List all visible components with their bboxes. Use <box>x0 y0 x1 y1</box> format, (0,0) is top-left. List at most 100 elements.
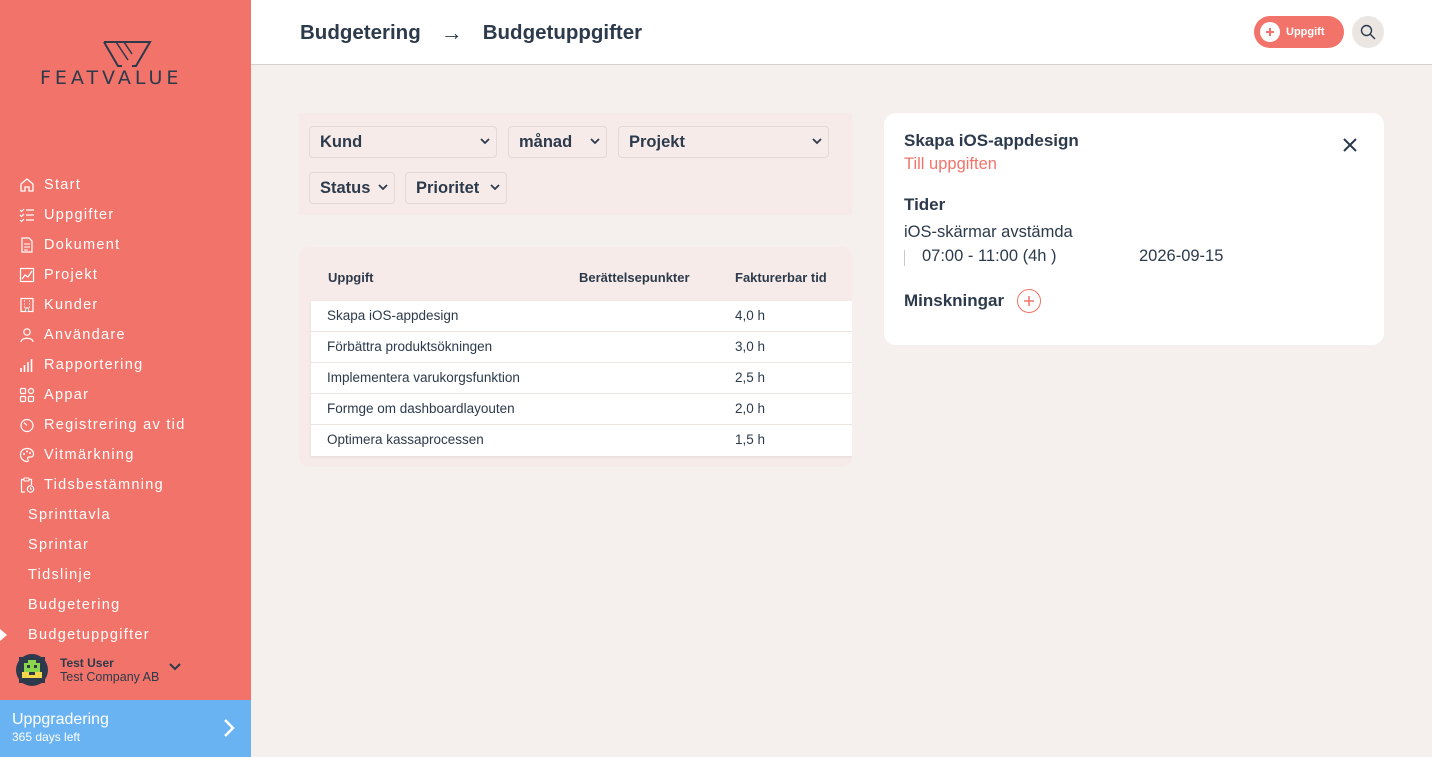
filter-bar: Kund månad Projekt Status Prioritet <box>299 113 852 215</box>
user-company: Test Company AB <box>60 670 160 684</box>
sidebar-subitem-label: Budgetuppgifter <box>28 627 150 643</box>
reductions-heading: Minskningar <box>904 291 1005 310</box>
plus-icon <box>1260 22 1280 42</box>
sidebar-item-label: Användare <box>44 327 126 343</box>
task-name: Optimera kassaprocessen <box>327 432 484 447</box>
status-select[interactable]: Status <box>309 172 395 204</box>
billable-time: 4,0 h <box>735 308 766 323</box>
billable-time: 2,0 h <box>735 401 766 416</box>
building-icon <box>18 296 36 314</box>
upgrade-banner[interactable]: Uppgradering 365 days left <box>0 700 251 757</box>
table-row[interactable]: Förbättra produktsökningen 3,0 h <box>311 332 852 363</box>
breadcrumb-budgetuppgifter: Budgetuppgifter <box>482 21 643 44</box>
sidebar-item-projekt[interactable]: Projekt <box>0 260 251 290</box>
timer-icon <box>18 416 36 434</box>
sidebar-item-anvandare[interactable]: Användare <box>0 320 251 350</box>
chevron-down-icon[interactable] <box>169 663 182 671</box>
sidebar-item-vitmarkning[interactable]: Vitmärkning <box>0 440 251 470</box>
time-entry-divider <box>904 250 905 266</box>
budget-tasks-table: Uppgift Berättelsepunkter Fakturerbar ti… <box>299 247 852 467</box>
column-header-story-points[interactable]: Berättelsepunkter <box>579 270 690 285</box>
chevron-down-icon <box>480 138 490 145</box>
sidebar-subitem-tidslinje[interactable]: Tidslinje <box>0 560 251 590</box>
status-select-value: Status <box>320 178 371 197</box>
sidebar-subitem-budgetuppgifter[interactable]: Budgetuppgifter <box>0 620 251 650</box>
month-select[interactable]: månad <box>508 126 607 158</box>
project-select[interactable]: Projekt <box>618 126 829 158</box>
avatar <box>16 654 48 686</box>
add-task-button[interactable]: Uppgift <box>1254 16 1344 48</box>
sidebar-item-label: Vitmärkning <box>44 447 135 463</box>
priority-select[interactable]: Prioritet <box>405 172 507 204</box>
home-icon <box>18 176 36 194</box>
top-header: Budgetering → Budgetuppgifter Uppgift <box>251 0 1432 65</box>
plus-icon <box>1024 296 1034 306</box>
sidebar-item-label: Rapportering <box>44 357 144 373</box>
logo[interactable]: FEATVALUE <box>40 40 215 90</box>
sidebar-item-uppgifter[interactable]: Uppgifter <box>0 200 251 230</box>
sidebar-item-rapportering[interactable]: Rapportering <box>0 350 251 380</box>
user-menu[interactable]: Test User Test Company AB <box>16 652 236 688</box>
chart-icon <box>18 266 36 284</box>
billable-time: 1,5 h <box>735 432 766 447</box>
user-icon <box>18 326 36 344</box>
task-name: Skapa iOS-appdesign <box>327 308 459 323</box>
sidebar-item-dokument[interactable]: Dokument <box>0 230 251 260</box>
upgrade-title: Uppgradering <box>12 711 109 728</box>
times-heading: Tider <box>904 195 946 214</box>
add-reduction-button[interactable] <box>1017 289 1041 313</box>
task-name: Formge om dashboardlayouten <box>327 401 515 416</box>
add-task-label: Uppgift <box>1286 26 1325 38</box>
customer-select[interactable]: Kund <box>309 126 497 158</box>
chevron-down-icon <box>590 138 600 145</box>
go-to-task-link[interactable]: Till uppgiften <box>904 155 997 174</box>
checklist-icon <box>18 206 36 224</box>
billable-time: 3,0 h <box>735 339 766 354</box>
task-name: Förbättra produktsökningen <box>327 339 493 354</box>
sidebar-item-tidsbestamning[interactable]: Tidsbestämning <box>0 470 251 500</box>
sidebar-subitem-label: Budgetering <box>28 597 121 613</box>
priority-select-value: Prioritet <box>416 178 480 197</box>
table-row[interactable]: Skapa iOS-appdesign 4,0 h <box>311 301 852 332</box>
sidebar-nav: Start Uppgifter Dokument Projekt Kunder … <box>0 170 251 650</box>
sidebar-subitem-budgetering[interactable]: Budgetering <box>0 590 251 620</box>
sidebar-item-label: Start <box>44 177 82 193</box>
chevron-down-icon <box>378 184 388 191</box>
task-detail-title: Skapa iOS-appdesign <box>904 131 1079 150</box>
breadcrumb: Budgetering → Budgetuppgifter <box>300 20 642 46</box>
sidebar-item-label: Tidsbestämning <box>44 477 165 493</box>
chevron-right-icon <box>224 719 235 737</box>
sidebar: FEATVALUE Start Uppgifter Dokument Proje… <box>0 0 251 757</box>
table-row[interactable]: Optimera kassaprocessen 1,5 h <box>311 425 852 456</box>
time-entry-range: 07:00 - 11:00 (4h ) <box>922 247 1057 265</box>
upgrade-days-left: 365 days left <box>12 730 81 744</box>
column-header-task[interactable]: Uppgift <box>328 270 373 285</box>
search-icon <box>1360 24 1376 40</box>
table-row[interactable]: Implementera varukorgsfunktion 2,5 h <box>311 363 852 394</box>
document-icon <box>18 236 36 254</box>
customer-select-value: Kund <box>320 132 363 151</box>
table-row[interactable]: Formge om dashboardlayouten 2,0 h <box>311 394 852 425</box>
sidebar-item-label: Appar <box>44 387 90 403</box>
search-button[interactable] <box>1352 16 1384 48</box>
sidebar-item-label: Uppgifter <box>44 207 115 223</box>
bar-chart-icon <box>18 356 36 374</box>
task-detail-panel: Skapa iOS-appdesign Till uppgiften Tider… <box>884 113 1384 345</box>
sidebar-subitem-sprintar[interactable]: Sprintar <box>0 530 251 560</box>
breadcrumb-budgetering[interactable]: Budgetering <box>300 21 421 45</box>
chevron-down-icon <box>812 138 822 145</box>
sidebar-subitem-label: Sprinttavla <box>28 507 111 523</box>
close-icon[interactable] <box>1342 137 1358 153</box>
clipboard-clock-icon <box>18 476 36 494</box>
sidebar-item-start[interactable]: Start <box>0 170 251 200</box>
sidebar-item-registrering-av-tid[interactable]: Registrering av tid <box>0 410 251 440</box>
sidebar-item-appar[interactable]: Appar <box>0 380 251 410</box>
sidebar-subitem-label: Tidslinje <box>28 567 93 583</box>
sidebar-item-label: Registrering av tid <box>44 417 186 433</box>
month-select-value: månad <box>519 132 573 151</box>
project-select-value: Projekt <box>629 132 685 151</box>
column-header-billable-time[interactable]: Fakturerbar tid <box>735 270 827 285</box>
sidebar-subitem-sprinttavla[interactable]: Sprinttavla <box>0 500 251 530</box>
sidebar-item-label: Kunder <box>44 297 99 313</box>
sidebar-item-kunder[interactable]: Kunder <box>0 290 251 320</box>
